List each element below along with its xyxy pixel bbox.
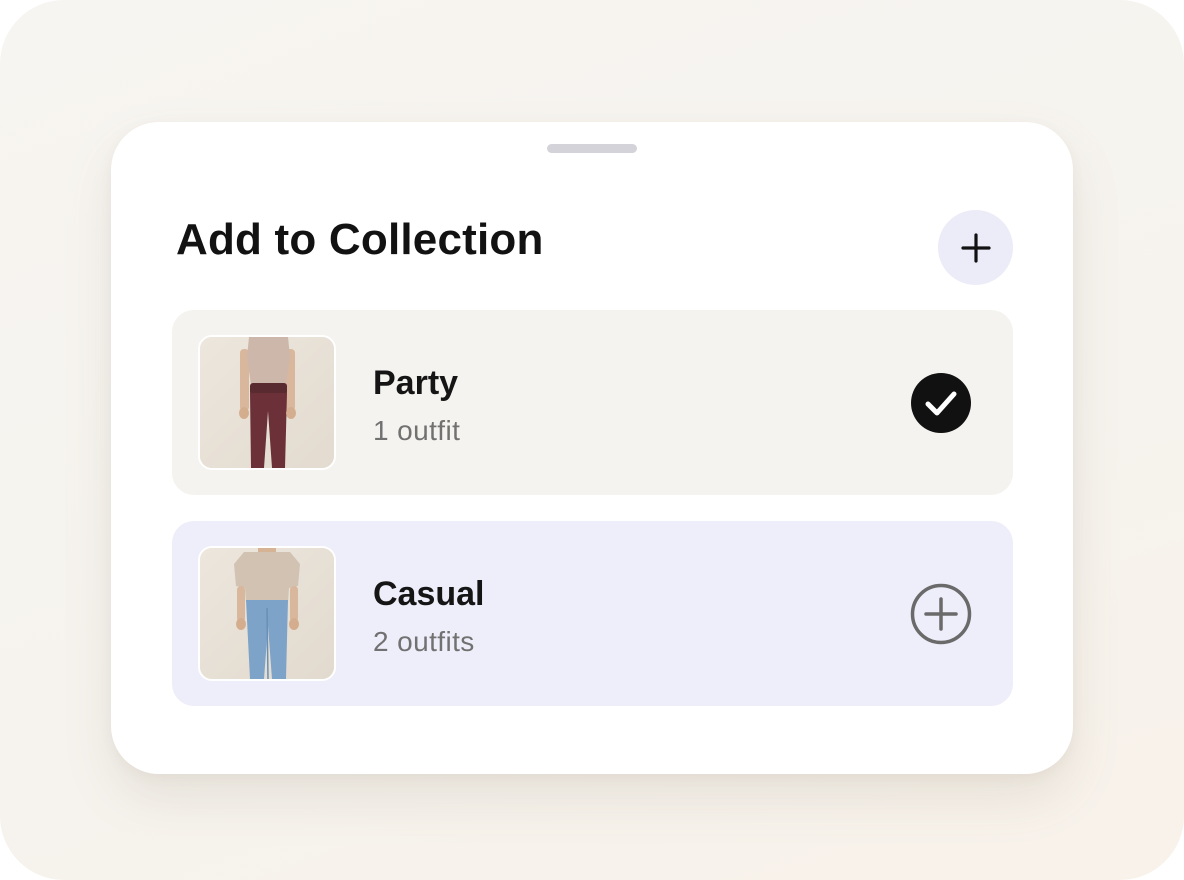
collection-outfit-count: 1 outfit [373, 415, 461, 446]
collection-thumbnail [198, 546, 336, 681]
plus-circle-icon [910, 583, 972, 645]
collection-item-party[interactable]: Party 1 outfit [172, 310, 1013, 495]
sheet-title: Add to Collection [176, 215, 544, 264]
new-collection-button[interactable] [938, 210, 1013, 285]
collection-outfit-count: 2 outfits [373, 626, 475, 657]
collection-thumbnail [198, 335, 336, 470]
outfit-photo [200, 548, 334, 679]
collection-name: Party [373, 364, 459, 402]
sheet-drag-handle[interactable] [547, 144, 637, 153]
collection-toggle-party[interactable] [910, 372, 972, 434]
collection-name: Casual [373, 575, 485, 613]
checkmark-circle-icon [911, 373, 971, 433]
collection-item-casual[interactable]: Casual 2 outfits [172, 521, 1013, 706]
collection-toggle-casual[interactable] [910, 583, 972, 645]
plus-icon [960, 232, 991, 263]
add-to-collection-sheet: Add to Collection Party 1 outfit Casual … [111, 122, 1073, 774]
app-backdrop: Add to Collection Party 1 outfit Casual … [0, 0, 1184, 880]
outfit-photo [200, 337, 334, 468]
